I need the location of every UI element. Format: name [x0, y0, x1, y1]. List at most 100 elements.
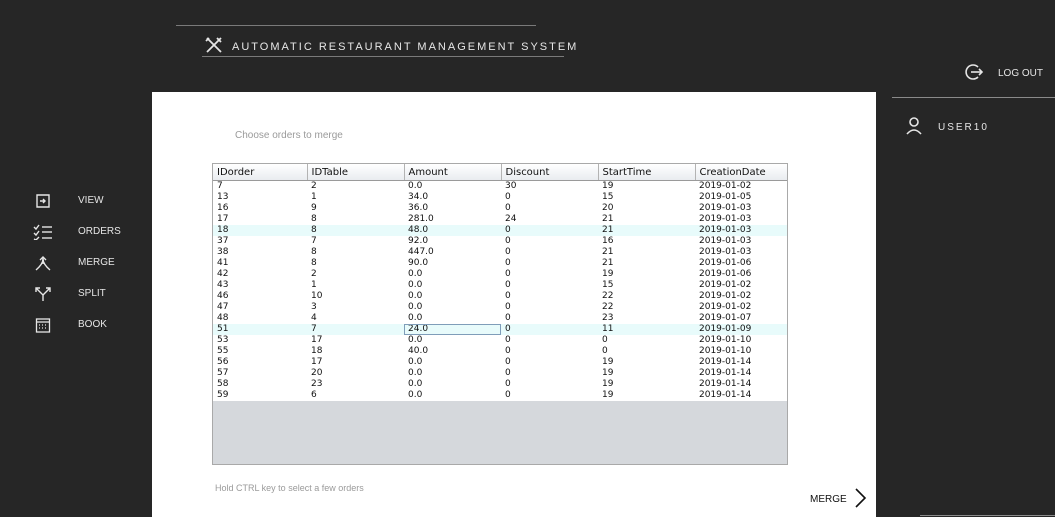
table-cell[interactable]: 2019-01-10	[695, 346, 787, 357]
table-cell[interactable]: 13	[213, 192, 307, 203]
table-cell[interactable]: 2	[307, 269, 404, 280]
table-cell[interactable]: 0.0	[404, 280, 501, 291]
table-cell[interactable]: 90.0	[404, 258, 501, 269]
table-row[interactable]: 18 8 48.0 0 21 2019-01-03	[213, 225, 787, 236]
table-cell[interactable]: 0	[501, 357, 598, 368]
table-cell[interactable]: 2019-01-02	[695, 280, 787, 291]
table-cell[interactable]: 1	[307, 280, 404, 291]
table-cell[interactable]: 41	[213, 258, 307, 269]
table-cell[interactable]: 6	[307, 390, 404, 401]
table-cell[interactable]: 2	[307, 180, 404, 192]
table-cell[interactable]: 42	[213, 269, 307, 280]
table-cell[interactable]: 15	[598, 280, 695, 291]
table-cell[interactable]: 53	[213, 335, 307, 346]
table-cell[interactable]: 2019-01-14	[695, 379, 787, 390]
table-cell[interactable]: 46	[213, 291, 307, 302]
table-row[interactable]: 16 9 36.0 0 20 2019-01-03	[213, 203, 787, 214]
table-cell[interactable]: 0.0	[404, 302, 501, 313]
table-cell[interactable]: 19	[598, 357, 695, 368]
table-cell[interactable]: 2019-01-14	[695, 390, 787, 401]
column-header[interactable]: Amount	[404, 164, 502, 181]
table-cell[interactable]: 3	[307, 302, 404, 313]
table-cell[interactable]: 0	[501, 379, 598, 390]
table-row[interactable]: 58 23 0.0 0 19 2019-01-14	[213, 379, 787, 390]
table-cell[interactable]: 7	[307, 236, 404, 247]
table-cell[interactable]: 0.0	[404, 390, 501, 401]
table-cell[interactable]: 8	[307, 247, 404, 258]
table-cell[interactable]: 21	[598, 258, 695, 269]
sidebar-item-book[interactable]: BOOK	[30, 309, 121, 340]
table-cell[interactable]: 2019-01-06	[695, 269, 787, 280]
table-cell[interactable]: 2019-01-14	[695, 357, 787, 368]
sidebar-item-view[interactable]: VIEW	[30, 185, 121, 216]
table-cell[interactable]: 0.0	[404, 291, 501, 302]
table-cell[interactable]: 21	[598, 214, 695, 225]
table-cell[interactable]: 0	[501, 225, 598, 236]
table-cell[interactable]: 15	[598, 192, 695, 203]
table-cell[interactable]: 16	[598, 236, 695, 247]
table-cell[interactable]: 0	[501, 368, 598, 379]
table-cell[interactable]: 7	[307, 324, 404, 335]
table-cell[interactable]: 55	[213, 346, 307, 357]
table-row[interactable]: 7 2 0.0 30 19 2019-01-02	[213, 180, 787, 192]
table-cell[interactable]: 0.0	[404, 357, 501, 368]
table-cell[interactable]: 16	[213, 203, 307, 214]
table-cell[interactable]: 281.0	[404, 214, 501, 225]
table-cell[interactable]: 2019-01-02	[695, 302, 787, 313]
table-cell[interactable]: 19	[598, 180, 695, 192]
table-cell[interactable]: 2019-01-02	[695, 180, 787, 192]
table-row[interactable]: 13 1 34.0 0 15 2019-01-05	[213, 192, 787, 203]
table-cell[interactable]: 9	[307, 203, 404, 214]
table-cell[interactable]: 0.0	[404, 379, 501, 390]
table-cell[interactable]: 0	[501, 346, 598, 357]
table-cell[interactable]: 0	[501, 280, 598, 291]
table-cell[interactable]: 20	[598, 203, 695, 214]
table-cell[interactable]: 18	[307, 346, 404, 357]
table-cell[interactable]: 21	[598, 247, 695, 258]
table-cell[interactable]: 47	[213, 302, 307, 313]
table-row[interactable]: 48 4 0.0 0 23 2019-01-07	[213, 313, 787, 324]
table-cell[interactable]: 48	[213, 313, 307, 324]
table-cell[interactable]: 36.0	[404, 203, 501, 214]
table-cell[interactable]: 2019-01-09	[695, 324, 787, 335]
table-cell[interactable]: 0	[501, 247, 598, 258]
table-cell[interactable]: 0	[501, 203, 598, 214]
table-cell[interactable]: 0.0	[404, 368, 501, 379]
logout-button[interactable]: LOG OUT	[964, 62, 1043, 85]
table-cell[interactable]: 2019-01-05	[695, 192, 787, 203]
column-header[interactable]: IDTable	[307, 164, 405, 181]
table-cell[interactable]: 2019-01-03	[695, 225, 787, 236]
table-cell[interactable]: 20	[307, 368, 404, 379]
column-header[interactable]: IDorder	[213, 164, 308, 181]
table-row[interactable]: 46 10 0.0 0 22 2019-01-02	[213, 291, 787, 302]
table-cell[interactable]: 2019-01-03	[695, 236, 787, 247]
table-cell[interactable]: 92.0	[404, 236, 501, 247]
table-cell[interactable]: 17	[213, 214, 307, 225]
table-cell[interactable]: 0	[501, 302, 598, 313]
table-cell[interactable]: 0	[501, 258, 598, 269]
table-row[interactable]: 38 8 447.0 0 21 2019-01-03	[213, 247, 787, 258]
table-cell[interactable]: 2019-01-03	[695, 203, 787, 214]
table-cell[interactable]: 51	[213, 324, 307, 335]
table-cell[interactable]: 0	[501, 335, 598, 346]
table-cell[interactable]: 34.0	[404, 192, 501, 203]
sidebar-item-merge[interactable]: MERGE	[30, 247, 121, 278]
table-cell[interactable]: 0.0	[404, 180, 501, 192]
table-cell[interactable]: 2019-01-07	[695, 313, 787, 324]
table-cell[interactable]: 40.0	[404, 346, 501, 357]
table-cell[interactable]: 7	[213, 180, 307, 192]
table-cell[interactable]: 447.0	[404, 247, 501, 258]
table-cell[interactable]: 1	[307, 192, 404, 203]
table-cell[interactable]: 56	[213, 357, 307, 368]
table-row[interactable]: 57 20 0.0 0 19 2019-01-14	[213, 368, 787, 379]
table-cell[interactable]: 23	[307, 379, 404, 390]
table-cell[interactable]: 2019-01-02	[695, 291, 787, 302]
table-row[interactable]: 53 17 0.0 0 0 2019-01-10	[213, 335, 787, 346]
table-cell[interactable]: 48.0	[404, 225, 501, 236]
table-row[interactable]: 42 2 0.0 0 19 2019-01-06	[213, 269, 787, 280]
table-row[interactable]: 41 8 90.0 0 21 2019-01-06	[213, 258, 787, 269]
table-cell[interactable]: 24.0	[404, 324, 501, 335]
column-header[interactable]: CreationDate	[695, 164, 787, 181]
table-cell[interactable]: 43	[213, 280, 307, 291]
table-cell[interactable]: 23	[598, 313, 695, 324]
